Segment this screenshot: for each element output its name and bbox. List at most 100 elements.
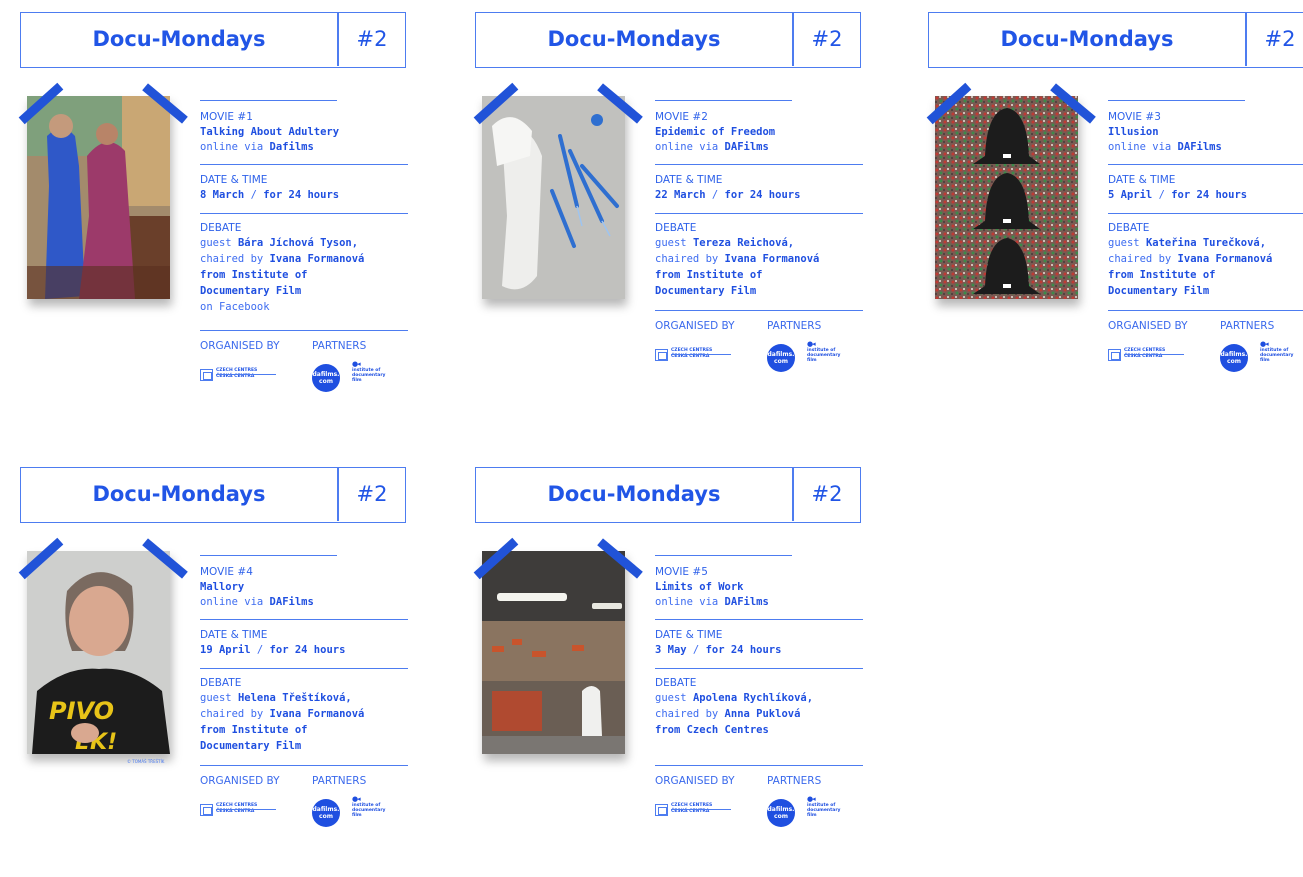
debate-label: DEBATE <box>1108 222 1150 234</box>
czech-centres-logo: CZECH CENTRES ČESKÁ CENTRA <box>655 348 735 364</box>
movie-label: MOVIE #2 <box>655 111 708 123</box>
poster-number: #2 <box>1264 27 1296 51</box>
dafilms-logo: dafilms. com <box>312 364 340 392</box>
dafilms-logo: dafilms. com <box>767 344 795 372</box>
from-line-1: from Institute of <box>655 269 763 281</box>
organised-by-label: ORGANISED BY <box>1108 320 1188 332</box>
svg-text:PIVO: PIVO <box>49 697 114 725</box>
divider <box>200 100 337 101</box>
poster-title: Docu-Mondays <box>547 27 721 51</box>
still-illustration <box>935 96 1078 299</box>
divider <box>1108 100 1245 101</box>
guest-line: guest Apolena Rychlíková, <box>655 692 814 704</box>
from-line-2: Documentary Film <box>1108 285 1210 297</box>
idf-logo: ●◂ institute of documentary film <box>1260 340 1294 364</box>
platform-link[interactable]: DAFilms <box>270 596 314 608</box>
date-time-label: DATE & TIME <box>655 174 723 186</box>
divider <box>1108 164 1303 165</box>
divider <box>200 330 408 331</box>
date-time-label: DATE & TIME <box>200 629 268 641</box>
movie-title: Talking About Adultery <box>200 126 340 138</box>
poster-header: Docu-Mondays #2 <box>20 12 406 68</box>
partners-label: PARTNERS <box>1220 320 1275 332</box>
poster-card-5[interactable]: Docu-Mondays #2 MOVIE #5 Limits of Work … <box>473 467 865 877</box>
poster-header: Docu-Mondays #2 <box>20 467 406 523</box>
platform-link[interactable]: DAFilms <box>1178 141 1222 153</box>
guest-line: guest Tereza Reichová, <box>655 237 795 249</box>
from-line-2: Documentary Film <box>200 285 302 297</box>
still-illustration <box>482 96 625 299</box>
from-line-1: from Institute of <box>1108 269 1216 281</box>
poster-card-2[interactable]: Docu-Mondays #2 MOVIE #2 Epidemic of Fre… <box>473 12 865 422</box>
movie-title: Illusion <box>1108 126 1159 138</box>
divider <box>655 619 863 620</box>
poster-card-3[interactable]: Docu-Mondays #2 MOVIE #3 Illusion online… <box>926 12 1303 422</box>
partners-label: PARTNERS <box>312 340 367 352</box>
poster-title: Docu-Mondays <box>92 27 266 51</box>
from-line-1: from Institute of <box>200 724 308 736</box>
chair-line: chaired by Ivana Formanová <box>655 253 820 265</box>
divider <box>655 310 863 311</box>
poster-number: #2 <box>356 482 388 506</box>
movie-still-mallory: PIVO EK! <box>27 551 170 754</box>
organised-by-label: ORGANISED BY <box>200 775 280 787</box>
still-illustration <box>482 551 625 754</box>
debate-label: DEBATE <box>200 677 242 689</box>
chair-line: chaired by Ivana Formanová <box>200 253 365 265</box>
from-line-1: from Czech Centres <box>655 724 769 736</box>
movie-still-illusion <box>935 96 1078 299</box>
date-line: 8 March / for 24 hours <box>200 189 340 201</box>
date-time-label: DATE & TIME <box>200 174 268 186</box>
platform-line: online via DAFilms <box>200 596 314 608</box>
divider <box>200 619 408 620</box>
divider <box>655 668 863 669</box>
czech-centres-logo: CZECH CENTRES ČESKÁ CENTRA <box>655 803 735 819</box>
poster-header: Docu-Mondays #2 <box>475 467 861 523</box>
organised-by-label: ORGANISED BY <box>200 340 280 352</box>
movie-title: Mallory <box>200 581 245 593</box>
movie-title: Epidemic of Freedom <box>655 126 776 138</box>
organised-by-label: ORGANISED BY <box>655 320 735 332</box>
date-line: 5 April / for 24 hours <box>1108 189 1248 201</box>
platform-line: online via DAFilms <box>1108 141 1222 153</box>
partners-label: PARTNERS <box>767 775 822 787</box>
divider <box>200 765 408 766</box>
organised-by-label: ORGANISED BY <box>655 775 735 787</box>
dafilms-logo: dafilms. com <box>1220 344 1248 372</box>
movie-label: MOVIE #1 <box>200 111 253 123</box>
divider <box>200 668 408 669</box>
still-illustration: PIVO EK! <box>27 551 170 754</box>
from-line-1: from Institute of <box>200 269 308 281</box>
idf-logo: ●◂ institute of documentary film <box>807 340 841 364</box>
divider <box>200 164 408 165</box>
guest-line: guest Kateřina Turečková, <box>1108 237 1267 249</box>
idf-logo: ●◂ institute of documentary film <box>352 360 386 384</box>
poster-header: Docu-Mondays #2 <box>928 12 1303 68</box>
poster-number: #2 <box>811 27 843 51</box>
idf-logo: ●◂ institute of documentary film <box>807 795 841 819</box>
poster-number: #2 <box>811 482 843 506</box>
poster-card-1[interactable]: Docu-Mondays #2 MOVIE #1 Talking About A… <box>18 12 410 422</box>
from-line-2: Documentary Film <box>655 285 757 297</box>
czech-centres-logo: CZECH CENTRES ČESKÁ CENTRA <box>200 803 280 819</box>
platform-link[interactable]: Dafilms <box>270 141 314 153</box>
chair-line: chaired by Ivana Formanová <box>1108 253 1273 265</box>
movie-still-epidemic-of-freedom <box>482 96 625 299</box>
divider <box>655 213 863 214</box>
platform-line: online via DAFilms <box>655 141 769 153</box>
date-line: 19 April / for 24 hours <box>200 644 346 656</box>
extra-line: on Facebook <box>200 301 270 313</box>
partners-label: PARTNERS <box>767 320 822 332</box>
photo-credit: © TOMÁŠ TŘEŠTÍK <box>127 759 165 764</box>
platform-link[interactable]: DAFilms <box>725 596 769 608</box>
partners-label: PARTNERS <box>312 775 367 787</box>
platform-link[interactable]: DAFilms <box>725 141 769 153</box>
divider <box>1108 213 1303 214</box>
date-line: 3 May / for 24 hours <box>655 644 782 656</box>
poster-card-4[interactable]: Docu-Mondays #2 PIVO EK! © TOMÁŠ TŘEŠTÍK… <box>18 467 410 877</box>
poster-header: Docu-Mondays #2 <box>475 12 861 68</box>
date-time-label: DATE & TIME <box>1108 174 1176 186</box>
dafilms-logo: dafilms. com <box>312 799 340 827</box>
platform-line: online via DAFilms <box>655 596 769 608</box>
czech-centres-logo: CZECH CENTRES ČESKÁ CENTRA <box>200 368 280 384</box>
